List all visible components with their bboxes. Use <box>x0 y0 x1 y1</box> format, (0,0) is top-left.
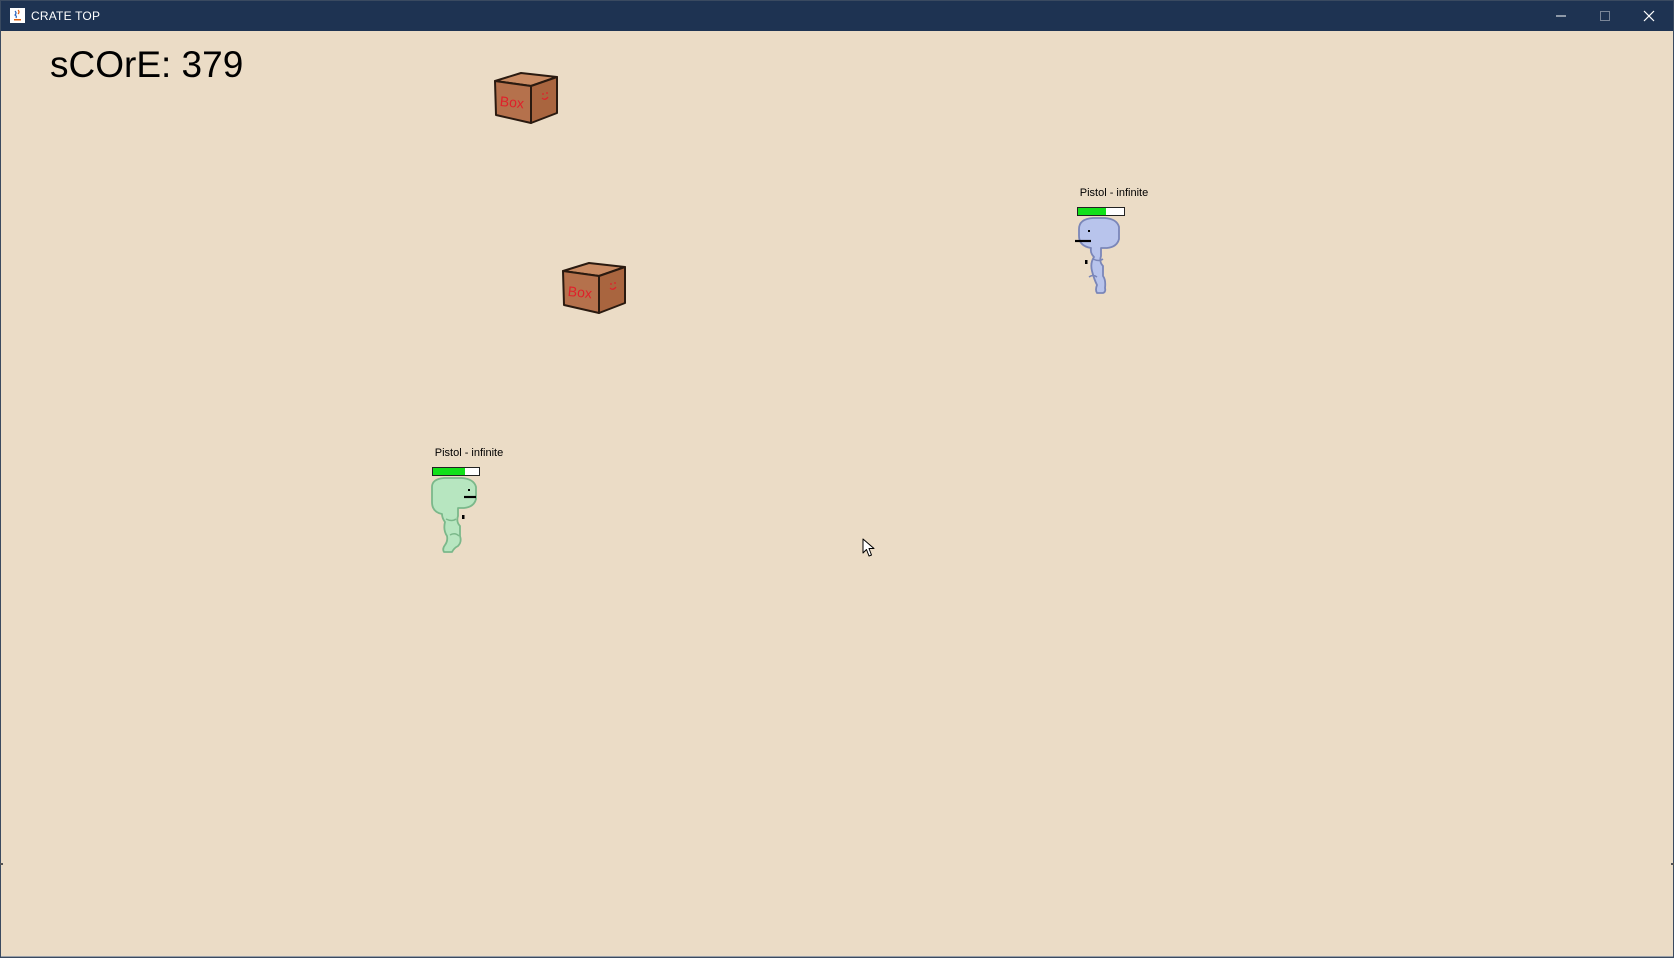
window-edge-tick <box>0 863 3 865</box>
window-title: CRATE TOP <box>31 9 101 23</box>
health-bar <box>1077 207 1125 216</box>
close-button[interactable] <box>1627 1 1671 31</box>
crate-label: Box <box>499 93 525 111</box>
maximize-icon <box>1600 11 1610 21</box>
health-bar-fill <box>433 468 466 475</box>
player-blue: Pistol - infinite <box>1069 187 1159 317</box>
game-canvas[interactable]: sCOrE: 379 Box Box Pistol - infinite Pis… <box>0 31 1674 957</box>
blue-character-sprite <box>1075 217 1120 294</box>
minimize-button[interactable] <box>1539 1 1583 31</box>
minimize-icon <box>1556 15 1566 17</box>
game-window: CRATE TOP sCOrE: 379 Box Box Pistol - in… <box>0 0 1674 958</box>
mouse-cursor-icon <box>862 538 875 557</box>
crate-label: Box <box>567 283 593 301</box>
weapon-label: Pistol - infinite <box>434 447 504 459</box>
health-bar <box>432 467 480 476</box>
green-character-sprite <box>431 477 477 553</box>
crate: Box <box>562 262 626 314</box>
close-icon <box>1643 10 1655 22</box>
weapon-label: Pistol - infinite <box>1079 187 1149 199</box>
score-display: sCOrE: 379 <box>50 44 244 85</box>
crate: Box <box>494 72 558 124</box>
player-green: Pistol - infinite <box>424 447 514 577</box>
health-bar-fill <box>1078 208 1106 215</box>
java-app-icon <box>10 8 25 23</box>
title-bar[interactable]: CRATE TOP <box>1 1 1673 31</box>
maximize-button[interactable] <box>1583 1 1627 31</box>
